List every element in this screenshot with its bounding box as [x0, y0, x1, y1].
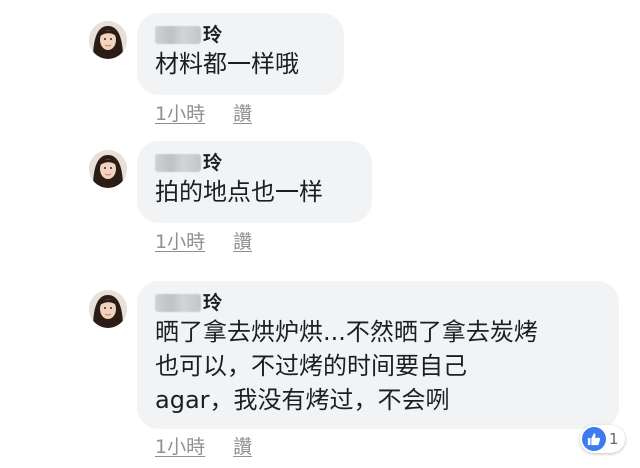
- comment-bubble: 玲 拍的地点也一样: [137, 141, 372, 223]
- avatar[interactable]: [89, 21, 127, 59]
- thumbs-up-icon: [582, 427, 606, 451]
- comment-text: 晒了拿去烘炉烘...不然晒了拿去炭烤 也可以，不过烤的时间要自己 agar，我没…: [155, 318, 538, 414]
- comment-author[interactable]: 玲: [155, 291, 601, 315]
- comment-meta: 1小時 讚: [155, 435, 252, 459]
- author-name-suffix: 玲: [203, 24, 223, 46]
- user-avatar-icon: [89, 21, 127, 59]
- blurred-name: [155, 154, 201, 172]
- user-avatar-icon: [89, 150, 127, 188]
- avatar[interactable]: [89, 290, 127, 328]
- comment-meta: 1小時 讚: [155, 102, 252, 126]
- comment-author[interactable]: 玲: [155, 151, 354, 175]
- comment-bubble: 玲 晒了拿去烘炉烘...不然晒了拿去炭烤 也可以，不过烤的时间要自己 agar，…: [137, 281, 619, 429]
- comment-text: 拍的地点也一样: [155, 178, 323, 206]
- comment-author[interactable]: 玲: [155, 23, 326, 47]
- timestamp-link[interactable]: 1小時: [155, 230, 205, 254]
- like-button[interactable]: 讚: [233, 230, 252, 254]
- comment-bubble: 玲 材料都一样哦: [137, 13, 344, 95]
- author-name-suffix: 玲: [203, 152, 223, 174]
- like-button[interactable]: 讚: [233, 102, 252, 126]
- reaction-count: 1: [609, 430, 619, 448]
- blurred-name: [155, 26, 201, 44]
- user-avatar-icon: [89, 290, 127, 328]
- reaction-badge[interactable]: 1: [580, 425, 625, 453]
- timestamp-link[interactable]: 1小時: [155, 435, 205, 459]
- author-name-suffix: 玲: [203, 292, 223, 314]
- blurred-name: [155, 294, 201, 312]
- like-button[interactable]: 讚: [233, 435, 252, 459]
- comment-text: 材料都一样哦: [155, 50, 299, 78]
- timestamp-link[interactable]: 1小時: [155, 102, 205, 126]
- avatar[interactable]: [89, 150, 127, 188]
- comment-meta: 1小時 讚: [155, 230, 252, 254]
